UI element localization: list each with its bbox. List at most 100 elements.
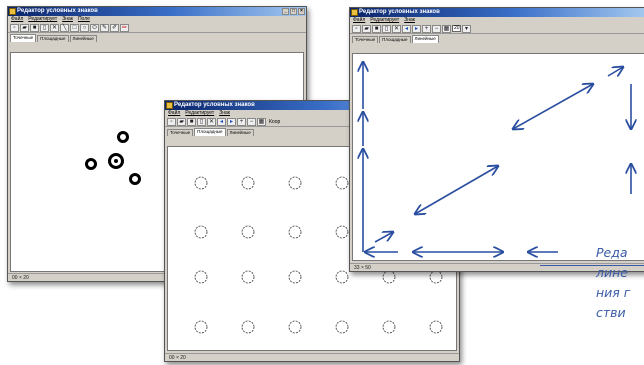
tab-lines[interactable]: Линейные <box>226 129 254 136</box>
pattern-circle <box>335 176 349 190</box>
caption-line: лине <box>596 265 628 280</box>
line-tool-icon[interactable]: ╲ <box>60 23 69 32</box>
status-bar: 00 × 20 <box>165 353 459 361</box>
tab-strip: Точечные Площадные Линейные <box>8 33 306 42</box>
center-dot-mark <box>114 159 118 163</box>
caption-line: ния г <box>596 285 631 300</box>
ellipse-tool-icon[interactable]: ○ <box>80 23 89 32</box>
arrow-left-icon[interactable]: ◂ <box>402 24 411 33</box>
menu-field[interactable]: Поле <box>78 16 90 23</box>
chevron-down-icon[interactable]: ▾ <box>462 24 471 33</box>
tab-areas[interactable]: Площадные <box>37 35 69 42</box>
page-icon[interactable]: ▯ <box>382 24 391 33</box>
save-icon[interactable]: ■ <box>30 23 39 32</box>
line-segment <box>513 84 593 129</box>
small-circle-mark <box>85 158 97 170</box>
delete-icon[interactable]: ✕ <box>207 117 216 126</box>
properties-icon[interactable]: ▦ <box>257 117 266 126</box>
minimize-button[interactable]: _ <box>282 8 289 15</box>
delete-icon[interactable]: ✕ <box>392 24 401 33</box>
open-icon[interactable]: ▰ <box>362 24 371 33</box>
minus-icon[interactable]: − <box>247 117 256 126</box>
menu-file[interactable]: Файл <box>11 16 23 23</box>
arrow-right-icon[interactable]: ▸ <box>227 117 236 126</box>
tab-strip: Точечные Площадные Линейные <box>350 34 644 43</box>
pen-tool-icon[interactable]: ✎ <box>100 23 109 32</box>
drawing-canvas[interactable] <box>352 53 644 261</box>
pattern-circle <box>241 270 255 284</box>
caption: Реда лине ния г стви <box>596 243 630 323</box>
delete-icon[interactable]: ✕ <box>50 23 59 32</box>
menu-edit[interactable]: Редактирует <box>185 110 214 117</box>
tab-lines[interactable]: Линейные <box>411 35 439 43</box>
size-field[interactable]: 20 <box>452 25 461 32</box>
new-icon[interactable]: ▫ <box>352 24 361 33</box>
window-title: Редактор условных знаков <box>359 9 440 15</box>
pattern-circle <box>335 225 349 239</box>
menu-file[interactable]: Файл <box>168 110 180 117</box>
menu-edit[interactable]: Редактирует <box>370 17 399 24</box>
properties-icon[interactable]: ▦ <box>442 24 451 33</box>
menu-bar: Файл Редактирует Знак <box>350 17 644 24</box>
page-icon[interactable]: ▯ <box>40 23 49 32</box>
menu-edit[interactable]: Редактирует <box>28 16 57 23</box>
toolbar: ▫ ▰ ■ ▯ ✕ ◂ ▸ + − ▦ 20 ▾ <box>350 24 644 34</box>
pattern-circle <box>194 176 208 190</box>
red-pen-icon[interactable]: ✏ <box>120 23 129 32</box>
tab-points[interactable]: Точечные <box>352 36 379 43</box>
line-segment <box>415 166 498 214</box>
polygon-tool-icon[interactable]: ⬭ <box>90 23 99 32</box>
window-title: Редактор условных знаков <box>17 8 98 14</box>
minus-icon[interactable]: − <box>432 24 441 33</box>
new-icon[interactable]: ▫ <box>10 23 19 32</box>
line-symbol-drawing <box>353 54 644 260</box>
pattern-circle <box>241 225 255 239</box>
menu-bar: Файл Редактирует Знак Поле <box>8 16 306 23</box>
arrow-right-icon[interactable]: ▸ <box>412 24 421 33</box>
pattern-circle <box>429 270 443 284</box>
pattern-circle <box>335 270 349 284</box>
pattern-circle <box>288 270 302 284</box>
pattern-circle <box>194 225 208 239</box>
menu-sign[interactable]: Знак <box>62 16 73 23</box>
menu-sign[interactable]: Знак <box>404 17 415 24</box>
menu-file[interactable]: Файл <box>353 17 365 24</box>
save-icon[interactable]: ■ <box>372 24 381 33</box>
line-segment <box>374 232 393 243</box>
tab-areas[interactable]: Площадные <box>379 36 411 43</box>
app-icon <box>351 9 358 16</box>
save-icon[interactable]: ■ <box>187 117 196 126</box>
editor-window-lines[interactable]: Редактор условных знаков Файл Редактируе… <box>349 7 644 272</box>
page-icon[interactable]: ▯ <box>197 117 206 126</box>
maximize-button[interactable]: □ <box>290 8 297 15</box>
arrow-left-icon[interactable]: ◂ <box>217 117 226 126</box>
window-titlebar[interactable]: Редактор условных знаков <box>350 8 644 17</box>
tab-areas[interactable]: Площадные <box>194 128 226 136</box>
menu-sign[interactable]: Знак <box>219 110 230 117</box>
coordinates-label: Коор <box>269 118 281 125</box>
pattern-circle <box>288 176 302 190</box>
window-titlebar[interactable]: Редактор условных знаков _ □ × <box>8 7 306 16</box>
close-button[interactable]: × <box>298 8 305 15</box>
rect-tool-icon[interactable]: □ <box>70 23 79 32</box>
tab-points[interactable]: Точечные <box>167 129 194 136</box>
pattern-circle <box>335 320 349 334</box>
app-icon <box>166 102 173 109</box>
window-title: Редактор условных знаков <box>174 102 255 108</box>
pattern-circle <box>241 176 255 190</box>
open-icon[interactable]: ▰ <box>177 117 186 126</box>
open-icon[interactable]: ▰ <box>20 23 29 32</box>
pattern-circle <box>194 270 208 284</box>
app-icon <box>9 8 16 15</box>
pattern-circle <box>382 320 396 334</box>
plus-icon[interactable]: + <box>237 117 246 126</box>
plus-icon[interactable]: + <box>422 24 431 33</box>
pattern-circle <box>429 320 443 334</box>
small-circle-mark <box>129 173 141 185</box>
pattern-circle <box>241 320 255 334</box>
pencil-tool-icon[interactable]: ✐ <box>110 23 119 32</box>
tab-points[interactable]: Точечные <box>10 34 37 42</box>
toolbar: ▫ ▰ ■ ▯ ✕ ╲ □ ○ ⬭ ✎ ✐ ✏ <box>8 23 306 33</box>
tab-lines[interactable]: Линейные <box>69 35 97 42</box>
new-icon[interactable]: ▫ <box>167 117 176 126</box>
